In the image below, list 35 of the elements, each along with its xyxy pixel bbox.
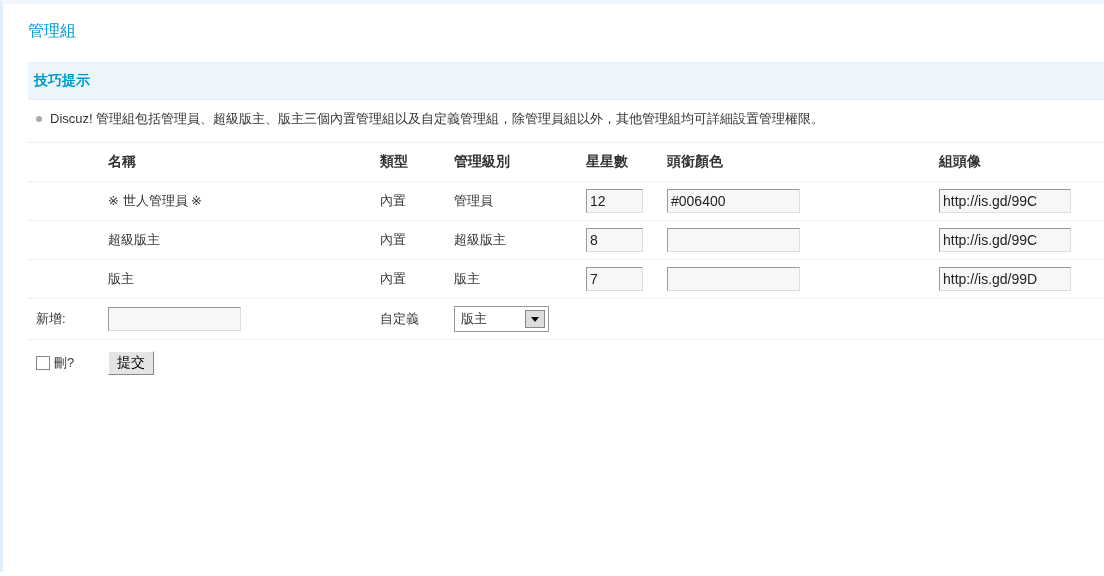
group-name: 超級版主 bbox=[108, 231, 161, 249]
color-input[interactable]: #006400 bbox=[667, 189, 800, 213]
new-name-input[interactable] bbox=[108, 307, 241, 331]
dropdown-icon bbox=[525, 310, 545, 328]
tips-title: 技巧提示 bbox=[34, 72, 90, 90]
add-type: 自定義 bbox=[380, 310, 420, 328]
avatar-input[interactable]: http://is.gd/99C bbox=[939, 228, 1071, 252]
stars-input[interactable]: 8 bbox=[586, 228, 643, 252]
tip-text: Discuz! 管理組包括管理員、超級版主、版主三個內置管理組以及自定義管理組，除管理員組以外，其他管理組均可詳細設置管理權限。 bbox=[50, 110, 825, 128]
color-input[interactable] bbox=[667, 228, 800, 252]
group-level: 版主 bbox=[454, 270, 481, 288]
page-title: 管理組 bbox=[28, 21, 76, 41]
column-header: 組頭像 bbox=[939, 153, 982, 171]
column-header: 頭銜顏色 bbox=[667, 153, 724, 171]
group-level: 管理員 bbox=[454, 192, 494, 210]
column-header: 類型 bbox=[380, 153, 409, 171]
group-type: 內置 bbox=[380, 270, 407, 288]
column-header: 管理級別 bbox=[454, 153, 511, 171]
avatar-input[interactable]: http://is.gd/99C bbox=[939, 189, 1071, 213]
color-input[interactable] bbox=[667, 267, 800, 291]
group-name: 版主 bbox=[108, 270, 135, 288]
delete-checkbox[interactable]: 刪? bbox=[36, 354, 75, 372]
column-header: 名稱 bbox=[108, 153, 137, 171]
stars-input[interactable]: 7 bbox=[586, 267, 643, 291]
bullet-icon bbox=[36, 116, 42, 122]
group-type: 內置 bbox=[380, 192, 407, 210]
level-select[interactable]: 版主 bbox=[454, 306, 549, 332]
group-name: ※ 世人管理員 ※ bbox=[108, 192, 203, 210]
group-level: 超級版主 bbox=[454, 231, 507, 249]
group-type: 內置 bbox=[380, 231, 407, 249]
submit-button[interactable]: 提交 bbox=[108, 351, 154, 375]
add-label: 新增: bbox=[35, 310, 67, 328]
stars-input[interactable]: 12 bbox=[586, 189, 643, 213]
avatar-input[interactable]: http://is.gd/99D bbox=[939, 267, 1071, 291]
column-header: 星星數 bbox=[586, 153, 629, 171]
